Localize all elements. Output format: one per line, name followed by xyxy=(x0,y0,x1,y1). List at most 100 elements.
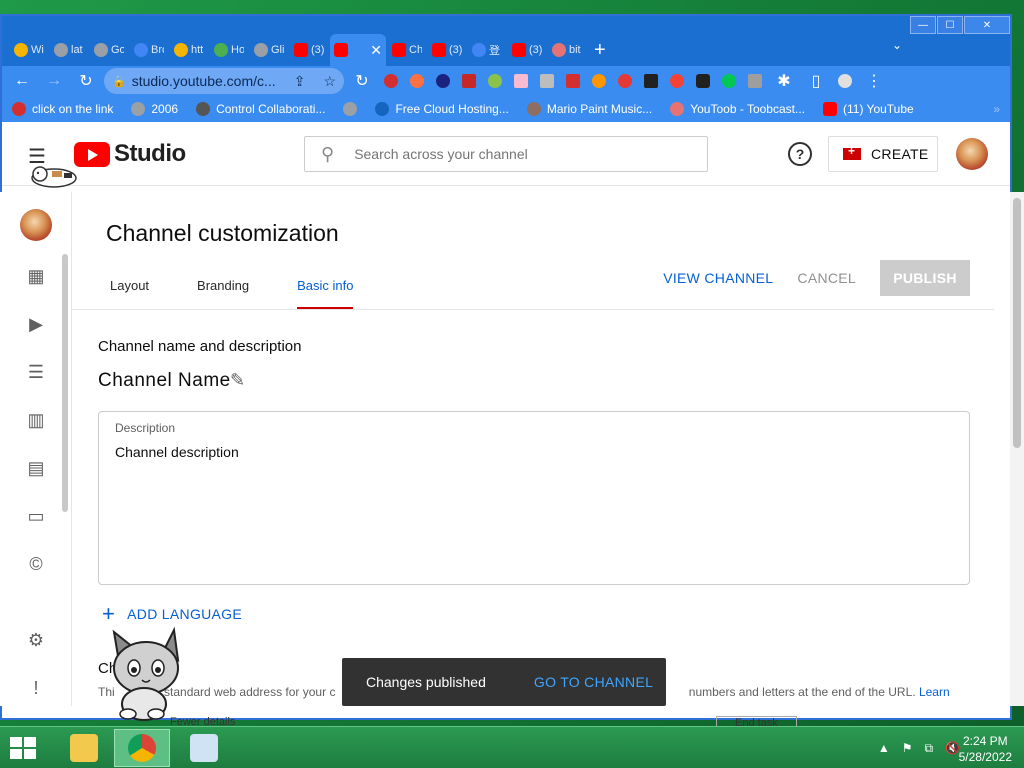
playlists-icon[interactable]: ☰ xyxy=(26,362,46,382)
maximize-button[interactable]: ☐ xyxy=(937,16,963,34)
bookmark-item[interactable]: click on the link xyxy=(12,102,113,116)
tab-layout[interactable]: Layout xyxy=(110,278,149,310)
side-navigation: ▦ ▶ ☰ ▥ ▤ ▭ © ⚙ ! xyxy=(0,192,72,706)
channel-avatar[interactable] xyxy=(20,209,52,241)
taskbar-chrome[interactable] xyxy=(114,729,170,767)
extension-icon[interactable] xyxy=(406,70,428,92)
menu-icon[interactable]: ⋮ xyxy=(860,68,888,94)
windows-start-icon[interactable] xyxy=(10,737,36,759)
star-icon[interactable]: ☆ xyxy=(323,73,336,90)
extension-icon[interactable] xyxy=(484,70,506,92)
add-language-button[interactable]: + ADD LANGUAGE xyxy=(102,601,242,627)
bookmarks-overflow-icon[interactable]: » xyxy=(993,102,1000,116)
tray-flag-icon[interactable]: ⚑ xyxy=(902,741,913,756)
close-button[interactable]: ✕ xyxy=(964,16,1010,34)
puzzle-icon[interactable]: ✱ xyxy=(770,68,798,94)
help-icon[interactable]: ? xyxy=(788,142,812,166)
extension-icon[interactable] xyxy=(510,70,532,92)
bookmark-item[interactable]: YouToob - Toobcast... xyxy=(670,102,805,116)
browser-tab-active[interactable]: ✕ xyxy=(330,34,386,66)
search-box[interactable]: ⚲ xyxy=(304,136,708,172)
bookmark-label: (11) YouTube xyxy=(842,102,914,116)
learn-more-link[interactable]: Learn xyxy=(919,685,950,699)
comments-icon[interactable]: ▤ xyxy=(26,458,46,478)
bookmark-item[interactable]: Free Cloud Hosting... xyxy=(375,102,509,116)
network-icon[interactable]: ⧉ xyxy=(924,741,933,756)
share-icon[interactable]: ⇪ xyxy=(294,73,306,90)
publish-button[interactable]: PUBLISH xyxy=(880,260,970,296)
cancel-button[interactable]: CANCEL xyxy=(797,270,856,286)
page-scrollbar-thumb[interactable] xyxy=(1013,198,1021,448)
extension-icon[interactable] xyxy=(380,70,402,92)
customization-tabs: Layout Branding Basic info xyxy=(110,278,354,310)
extension-icon[interactable] xyxy=(562,70,584,92)
extension-icon[interactable] xyxy=(666,70,688,92)
dashboard-icon[interactable]: ▦ xyxy=(26,266,46,286)
sidepanel-icon[interactable]: ▯ xyxy=(802,68,830,94)
browser-tab[interactable]: 登 xyxy=(468,34,506,66)
browser-tab[interactable]: (3) xyxy=(508,34,546,66)
extension-icon[interactable] xyxy=(588,70,610,92)
tray-expand-icon[interactable]: ▲ xyxy=(878,741,890,756)
browser-tab[interactable]: Wi xyxy=(10,34,48,66)
taskbar-task-manager[interactable] xyxy=(176,729,232,767)
tab-close-icon[interactable]: ✕ xyxy=(370,42,382,59)
back-button[interactable]: ← xyxy=(8,68,36,94)
browser-tab[interactable]: bit xyxy=(548,34,586,66)
bookmark-label: Mario Paint Music... xyxy=(546,102,653,116)
browser-tab[interactable]: Gli xyxy=(250,34,288,66)
browser-tab[interactable]: Go xyxy=(90,34,128,66)
feedback-icon[interactable]: ! xyxy=(26,678,46,698)
extension-icon[interactable] xyxy=(744,70,766,92)
clock[interactable]: 2:24 PM 5/28/2022 xyxy=(959,733,1012,765)
taskbar-file-explorer[interactable] xyxy=(56,729,112,767)
refresh-extension-icon[interactable]: ↻ xyxy=(348,68,376,94)
edit-pencil-icon[interactable]: ✎ xyxy=(230,370,245,391)
bookmark-item[interactable] xyxy=(343,102,358,116)
bookmark-item[interactable]: Mario Paint Music... xyxy=(526,102,653,116)
bookmark-item[interactable]: (11) YouTube xyxy=(822,102,914,116)
extension-icon[interactable] xyxy=(640,70,662,92)
extension-icon[interactable] xyxy=(458,70,480,92)
extension-icon[interactable] xyxy=(536,70,558,92)
go-to-channel-button[interactable]: GO TO CHANNEL xyxy=(534,674,653,690)
forward-button[interactable]: → xyxy=(40,68,68,94)
extension-icon[interactable] xyxy=(692,70,714,92)
tab-branding[interactable]: Branding xyxy=(197,278,249,310)
description-text[interactable]: Channel description xyxy=(115,444,239,460)
bookmark-item[interactable]: 2006 xyxy=(131,102,178,116)
create-button[interactable]: CREATE xyxy=(828,136,938,172)
settings-gear-icon[interactable]: ⚙ xyxy=(26,630,46,650)
browser-tab[interactable]: Ch xyxy=(388,34,426,66)
minimize-button[interactable]: — xyxy=(910,16,936,34)
extension-icon[interactable] xyxy=(614,70,636,92)
bookmark-icon xyxy=(131,102,146,116)
chevron-down-icon[interactable]: ⌄ xyxy=(892,38,902,52)
bookmark-icon xyxy=(196,102,211,116)
description-field[interactable]: Description Channel description xyxy=(98,411,970,585)
view-channel-button[interactable]: VIEW CHANNEL xyxy=(663,270,773,286)
search-input[interactable] xyxy=(354,146,655,162)
content-icon[interactable]: ▶ xyxy=(26,314,46,334)
browser-tab[interactable]: (3) xyxy=(428,34,466,66)
copyright-icon[interactable]: © xyxy=(26,554,46,574)
new-tab-button[interactable]: + xyxy=(594,34,606,66)
bookmark-item[interactable]: Control Collaborati... xyxy=(196,102,325,116)
extension-icon[interactable] xyxy=(718,70,740,92)
address-bar[interactable]: 🔒 studio.youtube.com/c... ⇪ ☆ xyxy=(104,68,344,94)
browser-tab[interactable]: htt xyxy=(170,34,208,66)
profile-icon[interactable] xyxy=(834,70,856,92)
reload-button[interactable]: ↻ xyxy=(72,68,100,94)
browser-tab[interactable]: Brc xyxy=(130,34,168,66)
analytics-icon[interactable]: ▥ xyxy=(26,410,46,430)
lock-icon: 🔒 xyxy=(112,75,126,88)
browser-tab[interactable]: lat xyxy=(50,34,88,66)
browser-tab[interactable]: (3) xyxy=(290,34,328,66)
subtitles-icon[interactable]: ▭ xyxy=(26,506,46,526)
extension-icon[interactable] xyxy=(432,70,454,92)
browser-tab[interactable]: Ho xyxy=(210,34,248,66)
account-avatar[interactable] xyxy=(956,138,988,170)
tab-basic-info[interactable]: Basic info xyxy=(297,278,354,310)
studio-logo[interactable]: Studio xyxy=(74,140,186,168)
sidenav-scrollbar[interactable] xyxy=(62,254,68,512)
